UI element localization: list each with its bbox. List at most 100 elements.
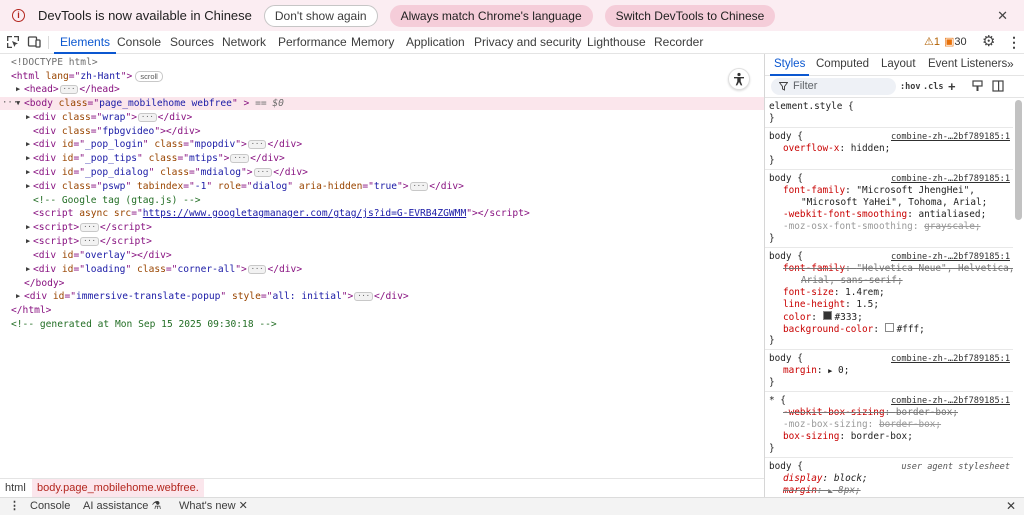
breadcrumb-body[interactable]: body.page_mobilehome.webfree. (32, 479, 204, 497)
device-toolbar-icon[interactable] (27, 35, 41, 49)
rule-source-link[interactable]: combine-zh-…2bf789185:1 (891, 173, 1010, 185)
tab-recorder[interactable]: Recorder (654, 31, 703, 53)
tab-layout[interactable]: Layout (881, 54, 916, 75)
inspect-element-icon[interactable] (6, 35, 20, 49)
always-match-language-button[interactable]: Always match Chrome's language (389, 4, 593, 27)
toggle-sidebar-icon[interactable] (992, 80, 1004, 92)
rule-selector[interactable]: body { (769, 353, 803, 365)
new-rule-plus-icon[interactable]: + (948, 79, 956, 95)
expand-triangle-icon[interactable]: ▶ (26, 221, 30, 234)
tree-line[interactable]: <script async src="https://www.googletag… (0, 207, 764, 220)
expand-triangle-icon[interactable]: ▶ (16, 290, 20, 303)
scroll-chip[interactable]: scroll (135, 71, 163, 82)
tree-line[interactable]: <!-- generated at Mon Sep 15 2025 09:30:… (0, 318, 764, 331)
tree-line[interactable]: <!DOCTYPE html> (0, 56, 764, 69)
css-declaration-overridden[interactable]: font-family: "Helvetica Neue", Helvetica… (783, 263, 1013, 275)
css-declaration-invalid[interactable]: -moz-box-sizing: border-box; (783, 419, 941, 431)
tab-styles[interactable]: Styles (769, 54, 810, 76)
css-declaration-overridden[interactable]: margin: ▶ 8px; (783, 485, 861, 497)
expand-triangle-icon[interactable]: ▶ (26, 111, 30, 124)
tree-line[interactable]: ▶ <div id="loading" class="corner-all"> ·… (0, 263, 764, 276)
expand-triangle-icon[interactable]: ▶ (26, 235, 30, 248)
class-toggle[interactable]: .cls (923, 79, 943, 95)
tree-line[interactable]: ▶ <script> ··· </script> (0, 221, 764, 234)
tree-line[interactable]: <div id="overlay"></div> (0, 249, 764, 262)
styles-scrollbar[interactable] (1015, 100, 1022, 220)
drawer-tab-ai-assistance[interactable]: AI assistance ⚗ (83, 498, 161, 515)
more-options-icon[interactable]: ⋮ (1007, 31, 1021, 53)
drawer-tab-console[interactable]: Console (30, 498, 70, 515)
css-declaration-invalid[interactable]: -moz-osx-font-smoothing: grayscale; (783, 221, 981, 233)
css-declaration[interactable]: font-size: 1.4rem; (783, 287, 885, 299)
hover-state-toggle[interactable]: :hov (900, 79, 920, 95)
rule-selector[interactable]: body { (769, 461, 803, 473)
expand-triangle-icon[interactable]: ▶ (16, 83, 20, 96)
rule-source-link[interactable]: combine-zh-…2bf789185:1 (891, 131, 1010, 143)
rule-source-link[interactable]: combine-zh-…2bf789185:1 (891, 353, 1010, 365)
selected-body-line[interactable]: ··· ▼ <body class="page_mobilehome webfr… (0, 97, 764, 110)
styles-filter-input[interactable]: Filter (771, 78, 896, 95)
collapse-triangle-icon[interactable]: ▼ (16, 97, 20, 110)
rule-selector[interactable]: * { (769, 395, 786, 407)
switch-to-chinese-button[interactable]: Switch DevTools to Chinese (604, 4, 776, 27)
rule-source-link[interactable]: combine-zh-…2bf789185:1 (891, 395, 1010, 407)
tree-line[interactable]: </body> (0, 277, 764, 290)
tree-line[interactable]: <div class="fpbgvideo"></div> (0, 125, 764, 138)
tree-line[interactable]: ▶ <div id="_pop_tips" class="mtips"> ··· <… (0, 152, 764, 165)
accessibility-tree-button[interactable] (728, 68, 750, 90)
expand-triangle-icon[interactable]: ▶ (26, 166, 30, 179)
tree-line[interactable]: <html lang="zh-Hant"> scroll (0, 70, 764, 83)
drawer-tab-whats-new[interactable]: What's new ✕ (179, 498, 248, 515)
tab-elements[interactable]: Elements (53, 31, 117, 54)
rule-selector[interactable]: body { (769, 251, 803, 263)
css-declaration[interactable]: color: #333; (783, 311, 863, 323)
expand-triangle-icon[interactable]: ▶ (26, 180, 30, 193)
expand-triangle-icon[interactable]: ▶ (26, 138, 30, 151)
rule-selector[interactable]: element.style { (769, 101, 854, 113)
css-declaration-overridden[interactable]: -webkit-box-sizing: border-box; (783, 407, 958, 419)
tab-console[interactable]: Console (117, 31, 161, 53)
close-icon[interactable]: ✕ (997, 8, 1008, 24)
dont-show-again-button[interactable]: Don't show again (263, 4, 378, 27)
rule-selector[interactable]: body { (769, 131, 803, 143)
tab-computed[interactable]: Computed (816, 54, 869, 75)
more-tabs-chevron-icon[interactable]: » (1007, 54, 1014, 75)
css-declaration[interactable]: line-height: 1.5; (783, 299, 879, 311)
tab-network[interactable]: Network (222, 31, 266, 53)
tab-sources[interactable]: Sources (170, 31, 214, 53)
breadcrumb-html[interactable]: html (0, 479, 31, 497)
tree-line[interactable]: ▶ <div class="pswp" tabindex="-1" role="… (0, 180, 764, 193)
expand-triangle-icon[interactable]: ▶ (26, 152, 30, 165)
tree-line[interactable]: <!-- Google tag (gtag.js) --> (0, 194, 764, 207)
css-declaration[interactable]: font-family: "Microsoft JhengHei", (783, 185, 975, 197)
css-declaration[interactable]: overflow-x: hidden; (783, 143, 890, 155)
tree-line[interactable]: ▶ <div id="_pop_dialog" class="mdialog">… (0, 166, 764, 179)
css-declaration[interactable]: margin: ▶ 0; (783, 365, 849, 377)
element-state-icon[interactable] (972, 80, 983, 92)
expand-triangle-icon[interactable]: ▶ (26, 263, 30, 276)
tab-lighthouse[interactable]: Lighthouse (587, 31, 646, 53)
tree-line[interactable]: ▶ <head> ··· </head> (0, 83, 764, 96)
tab-privacy-security[interactable]: Privacy and security (474, 31, 581, 53)
css-declaration[interactable]: background-color: #fff; (783, 323, 925, 335)
close-drawer-icon[interactable]: ✕ (1006, 498, 1016, 515)
tab-application[interactable]: Application (406, 31, 465, 53)
tree-line[interactable]: ▶ <div id="_pop_login" class="mpopdiv"> ·… (0, 138, 764, 151)
tab-event-listeners[interactable]: Event Listeners (928, 54, 1007, 75)
tab-performance[interactable]: Performance (278, 31, 347, 53)
css-declaration[interactable]: box-sizing: border-box; (783, 431, 913, 443)
rule-selector[interactable]: body { (769, 173, 803, 185)
gtag-script-link[interactable]: https://www.googletagmanager.com/gtag/js… (143, 208, 466, 219)
tab-memory[interactable]: Memory (351, 31, 394, 53)
tree-line[interactable]: ▶ <div id="immersive-translate-popup" st… (0, 290, 764, 303)
close-icon[interactable]: ✕ (239, 500, 248, 512)
tree-line[interactable]: </html> (0, 304, 764, 317)
color-swatch[interactable] (884, 323, 894, 332)
drawer-menu-icon[interactable]: ⋮ (9, 498, 20, 515)
tree-line[interactable]: ▶ <script> ··· </script> (0, 235, 764, 248)
rule-source-link[interactable]: combine-zh-…2bf789185:1 (891, 251, 1010, 263)
tree-line[interactable]: ▶ <div class="wrap"> ··· </div> (0, 111, 764, 124)
css-declaration[interactable]: display: block; (783, 473, 868, 485)
issues-badge[interactable]: ▣30 (944, 31, 967, 53)
css-declaration[interactable]: -webkit-font-smoothing: antialiased; (783, 209, 986, 221)
